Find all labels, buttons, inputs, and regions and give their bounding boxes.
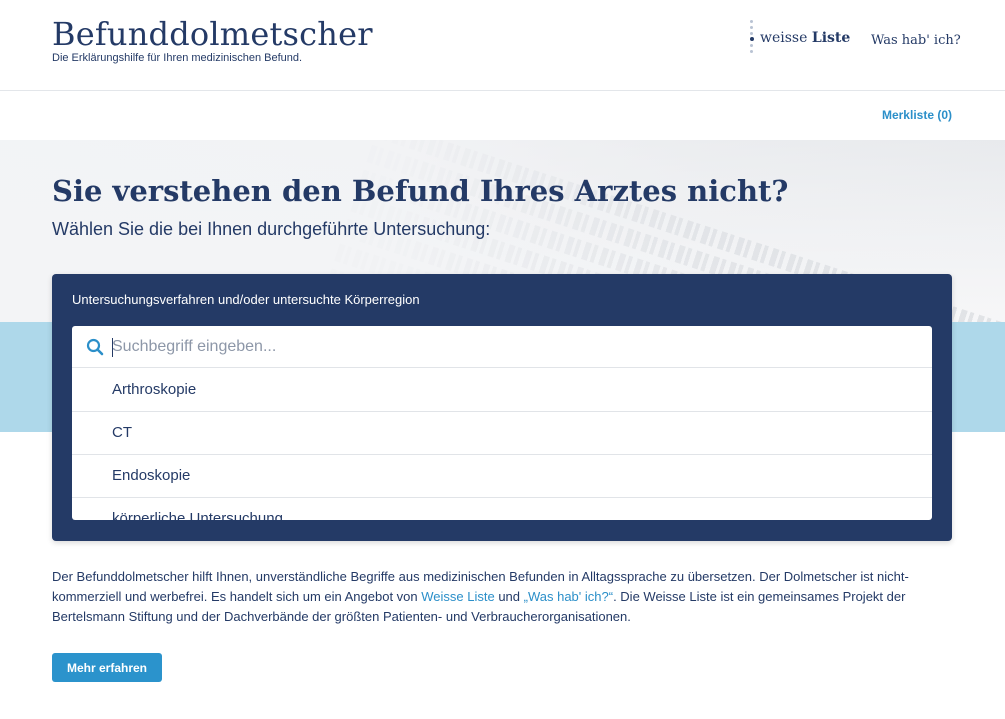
mehr-erfahren-button[interactable]: Mehr erfahren — [52, 653, 162, 682]
weisse-liste-logo-text: weisse Liste — [760, 30, 851, 46]
search-option[interactable]: körperliche Untersuchung — [72, 498, 932, 520]
hero-title: Sie verstehen den Befund Ihres Arztes ni… — [52, 174, 789, 208]
sub-navigation: Merkliste (0) — [0, 92, 1005, 140]
weisse-liste-dots-icon — [750, 20, 754, 56]
search-option[interactable]: Endoskopie — [72, 455, 932, 498]
weisse-liste-link[interactable]: Weisse Liste — [421, 589, 494, 604]
was-hab-ich-link[interactable]: „Was hab' ich?“ — [524, 589, 613, 604]
weisse-liste-logo[interactable]: weisse Liste — [750, 20, 850, 56]
search-card: Untersuchungsverfahren und/oder untersuc… — [52, 274, 952, 541]
search-row — [72, 326, 932, 368]
was-hab-ich-logo[interactable]: Was hab' ich? — [871, 33, 961, 48]
about-text: Der Befunddolmetscher hilft Ihnen, unver… — [52, 569, 909, 624]
search-label: Untersuchungsverfahren und/oder untersuc… — [72, 292, 420, 307]
site-title[interactable]: Befunddolmetscher — [52, 15, 373, 53]
search-options-list: Arthroskopie CT Endoskopie körperliche Unte… — [72, 369, 932, 520]
site-header: Befunddolmetscher Die Erklärungshilfe fü… — [0, 0, 1005, 91]
site-subtitle: Die Erklärungshilfe für Ihren medizinisc… — [52, 52, 303, 64]
search-combobox: ArthroskopieCTEndoskopiekörperliche Unte… — [72, 326, 932, 520]
search-icon — [86, 338, 104, 356]
text-caret — [112, 338, 113, 357]
merkliste-link[interactable]: Merkliste (0) — [882, 108, 952, 122]
search-option[interactable]: CT — [72, 412, 932, 455]
search-option[interactable]: Arthroskopie — [72, 369, 932, 412]
search-input[interactable] — [112, 333, 912, 361]
hero-subtitle: Wählen Sie die bei Ihnen durchgeführte U… — [52, 219, 491, 239]
